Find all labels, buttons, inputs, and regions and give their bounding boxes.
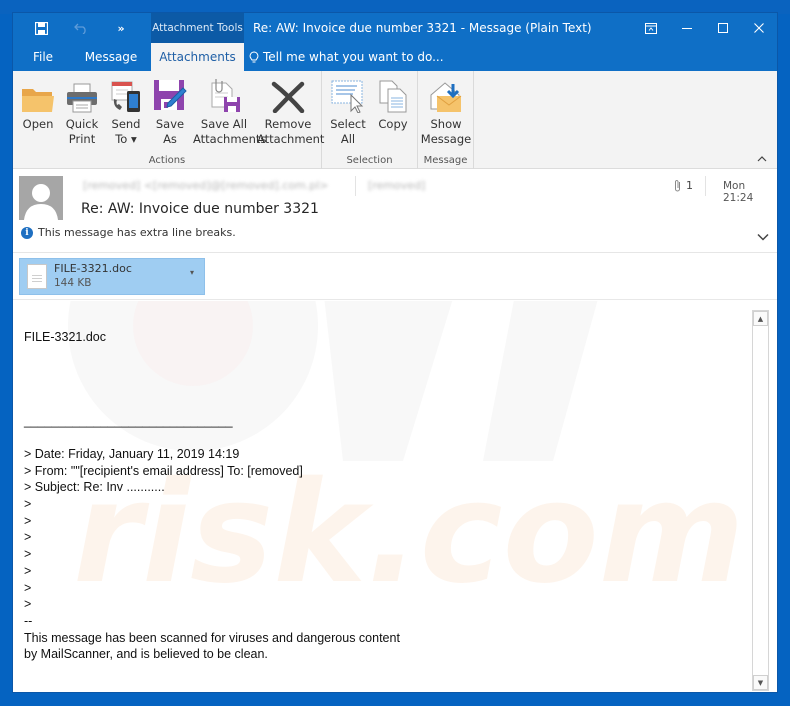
info-bar-text: This message has extra line breaks. bbox=[38, 226, 236, 239]
save-all-attachments-icon bbox=[193, 75, 255, 113]
sender-address: [removed] <[removed]@[removed].com.pl> bbox=[83, 179, 329, 192]
maximize-icon[interactable] bbox=[705, 13, 741, 43]
undo-icon[interactable] bbox=[61, 13, 101, 43]
attachment-name: FILE-3321.doc bbox=[54, 262, 132, 275]
collapse-ribbon-icon[interactable] bbox=[757, 154, 767, 165]
scroll-up-icon[interactable]: ▲ bbox=[753, 311, 768, 326]
show-message-label-1: Show bbox=[430, 117, 462, 131]
tab-file[interactable]: File bbox=[19, 43, 67, 71]
open-button[interactable]: Open bbox=[17, 75, 59, 132]
quick-print-label-2: Print bbox=[68, 132, 96, 146]
show-message-button[interactable]: Show Message bbox=[420, 75, 472, 147]
select-all-icon bbox=[326, 75, 370, 113]
save-as-icon bbox=[149, 75, 191, 113]
save-as-label-2: As bbox=[163, 132, 177, 146]
header-divider bbox=[355, 176, 356, 196]
title-bar: » Attachment Tools Re: AW: Invoice due n… bbox=[13, 13, 777, 43]
ribbon-tabs: File Message Attachments Tell me what yo… bbox=[13, 43, 777, 71]
quick-print-label-1: Quick bbox=[65, 117, 99, 131]
select-all-label-1: Select bbox=[330, 117, 366, 131]
header-divider-2 bbox=[705, 176, 706, 196]
message-text[interactable]: FILE-3321.doc __________________________… bbox=[24, 329, 400, 663]
expand-header-icon[interactable] bbox=[757, 230, 769, 244]
save-all-label-1: Save All bbox=[200, 117, 248, 131]
select-all-label-2: All bbox=[340, 132, 356, 146]
save-as-button[interactable]: Save As bbox=[149, 75, 191, 147]
ribbon: Open Quick Print Send To ▾ Save As Save … bbox=[13, 71, 777, 169]
document-icon bbox=[27, 264, 47, 289]
window-title: Re: AW: Invoice due number 3321 - Messag… bbox=[253, 21, 592, 35]
more-commands-icon[interactable]: » bbox=[101, 13, 141, 43]
quick-print-button[interactable]: Quick Print bbox=[61, 75, 103, 147]
save-all-label-2: Attachments bbox=[193, 132, 267, 146]
attachment-strip: FILE-3321.doc 144 KB ▾ bbox=[13, 254, 777, 300]
attachment-count: 1 bbox=[674, 179, 693, 192]
ribbon-display-options-icon[interactable] bbox=[633, 13, 669, 43]
ribbon-group-message: Show Message Message bbox=[418, 71, 474, 169]
minimize-icon[interactable] bbox=[669, 13, 705, 43]
attachment-item[interactable]: FILE-3321.doc 144 KB ▾ bbox=[19, 258, 205, 295]
copy-button[interactable]: Copy bbox=[372, 75, 414, 132]
tab-attachments[interactable]: Attachments bbox=[151, 43, 244, 71]
lightbulb-icon bbox=[249, 50, 259, 62]
send-to-button[interactable]: Send To ▾ bbox=[105, 75, 147, 147]
received-timestamp: Mon 21:24 bbox=[723, 180, 754, 204]
tell-me-placeholder: Tell me what you want to do... bbox=[263, 50, 444, 64]
open-label: Open bbox=[22, 117, 54, 131]
open-folder-icon bbox=[17, 75, 59, 113]
message-body: risk.com FILE-3321.doc _________________… bbox=[13, 301, 777, 692]
info-bar[interactable]: i This message has extra line breaks. bbox=[21, 226, 236, 239]
contextual-tab-group-label: Attachment Tools bbox=[151, 13, 244, 43]
attachment-size: 144 KB bbox=[54, 277, 92, 289]
window-controls bbox=[633, 13, 777, 43]
send-to-icon bbox=[105, 75, 147, 113]
printer-icon bbox=[61, 75, 103, 113]
remove-attachment-label-2: Attachment bbox=[257, 132, 325, 146]
avatar bbox=[19, 176, 63, 220]
ribbon-group-selection: Select All Copy Selection bbox=[322, 71, 418, 169]
save-as-label-1: Save bbox=[155, 117, 185, 131]
send-to-label-2: To ▾ bbox=[115, 132, 137, 146]
remove-attachment-button[interactable]: Remove Attachment bbox=[257, 75, 325, 147]
group-label-message: Message bbox=[423, 155, 468, 166]
attachment-dropdown-icon[interactable]: ▾ bbox=[190, 268, 194, 277]
save-icon[interactable] bbox=[21, 13, 61, 43]
tab-message[interactable]: Message bbox=[75, 43, 147, 71]
recipient-address: [removed] bbox=[368, 179, 426, 192]
remove-attachment-icon bbox=[257, 75, 319, 113]
select-all-button[interactable]: Select All bbox=[326, 75, 370, 147]
save-all-attachments-button[interactable]: Save All Attachments bbox=[193, 75, 267, 147]
attachment-count-value: 1 bbox=[686, 179, 693, 192]
group-label-actions: Actions bbox=[148, 155, 186, 166]
group-label-selection: Selection bbox=[346, 155, 393, 166]
remove-attachment-label-1: Remove bbox=[264, 117, 312, 131]
vertical-scrollbar[interactable]: ▲ ▼ bbox=[752, 310, 769, 691]
show-message-label-2: Message bbox=[420, 132, 472, 146]
ribbon-group-actions: Open Quick Print Send To ▾ Save As Save … bbox=[13, 71, 325, 169]
scroll-down-icon[interactable]: ▼ bbox=[753, 675, 768, 690]
send-to-label-1: Send bbox=[111, 117, 141, 131]
quick-access-toolbar: » bbox=[21, 13, 141, 43]
info-icon: i bbox=[21, 226, 33, 239]
paperclip-icon bbox=[675, 180, 680, 192]
show-message-icon bbox=[420, 75, 472, 113]
tell-me-search[interactable]: Tell me what you want to do... bbox=[249, 43, 444, 71]
copy-icon bbox=[372, 75, 414, 113]
message-subject: Re: AW: Invoice due number 3321 bbox=[81, 201, 319, 217]
copy-label: Copy bbox=[378, 117, 408, 131]
message-header: [removed] <[removed]@[removed].com.pl> [… bbox=[13, 170, 777, 253]
close-icon[interactable] bbox=[741, 13, 777, 43]
message-window: » Attachment Tools Re: AW: Invoice due n… bbox=[13, 13, 777, 692]
desktop-background bbox=[0, 0, 790, 14]
